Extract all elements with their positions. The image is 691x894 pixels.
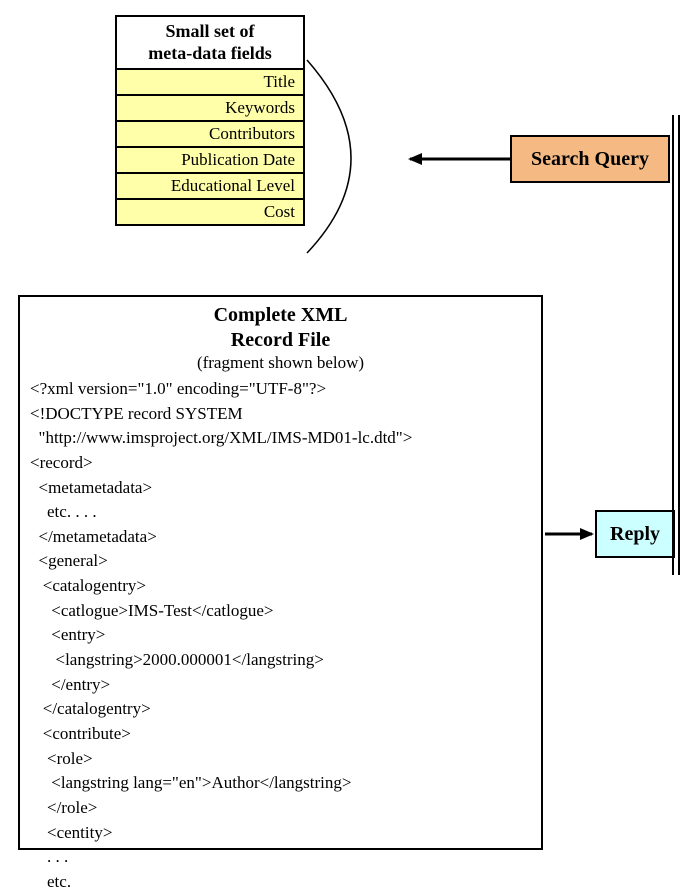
xml-header-line1: Complete XML: [214, 304, 348, 326]
search-query-box: Search Query: [510, 135, 670, 183]
xml-record-box: Complete XML Record File (fragment shown…: [18, 295, 543, 850]
search-arrow: [307, 60, 510, 253]
metadata-field: Contributors: [117, 120, 303, 146]
metadata-field: Title: [117, 68, 303, 94]
xml-header: Complete XML Record File: [30, 303, 531, 353]
xml-subtitle: (fragment shown below): [30, 353, 531, 373]
metadata-field: Keywords: [117, 94, 303, 120]
xml-code-fragment: <?xml version="1.0" encoding="UTF-8"?> <…: [30, 377, 531, 894]
search-query-label: Search Query: [531, 148, 649, 171]
metadata-field: Cost: [117, 198, 303, 224]
metadata-header-line1: Small set of: [166, 21, 255, 41]
xml-header-line2: Record File: [231, 329, 330, 351]
metadata-header: Small set of meta-data fields: [117, 17, 303, 68]
metadata-fields-box: Small set of meta-data fields Title Keyw…: [115, 15, 305, 226]
reply-label: Reply: [610, 523, 660, 546]
channel-bar: [672, 115, 680, 575]
reply-box: Reply: [595, 510, 675, 558]
metadata-field: Publication Date: [117, 146, 303, 172]
metadata-header-line2: meta-data fields: [148, 43, 271, 63]
metadata-field: Educational Level: [117, 172, 303, 198]
